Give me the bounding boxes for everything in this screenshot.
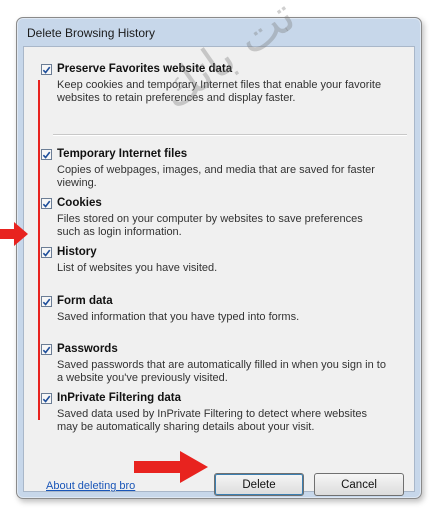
cookies-checkbox[interactable] <box>41 198 52 209</box>
dialog-content: Preserve Favorites website data Keep coo… <box>23 46 415 496</box>
option-description: Saved information that you have typed in… <box>57 311 300 323</box>
checkmark-icon <box>42 395 51 403</box>
temporary-files-checkbox[interactable] <box>41 149 52 160</box>
checkmark-icon <box>42 66 51 74</box>
option-label: Passwords <box>57 343 118 355</box>
checkmark-icon <box>42 346 51 354</box>
history-checkbox[interactable] <box>41 247 52 258</box>
preserve-favorites-checkbox[interactable] <box>41 64 52 75</box>
about-deleting-link[interactable]: About deleting bro <box>46 480 135 492</box>
option-label: Temporary Internet files <box>57 148 188 160</box>
checkmark-icon <box>42 151 51 159</box>
option-label: Cookies <box>57 197 102 209</box>
inprivate-filtering-checkbox[interactable] <box>41 393 52 404</box>
option-description: Saved data used by InPrivate Filtering t… <box>57 408 368 433</box>
option-label: Form data <box>57 295 113 307</box>
option-description: List of websites you have visited. <box>57 262 218 274</box>
checkmark-icon <box>42 200 51 208</box>
option-label: History <box>57 246 97 258</box>
annotation-red-line <box>38 80 40 420</box>
option-label: InPrivate Filtering data <box>57 392 181 404</box>
delete-pointer-arrow-icon <box>134 451 208 483</box>
option-description: Copies of webpages, images, and media th… <box>57 164 375 189</box>
dialog-title: Delete Browsing History <box>27 26 156 40</box>
separator <box>53 134 407 136</box>
delete-button[interactable]: Delete <box>214 473 304 496</box>
left-red-arrow-icon <box>0 222 28 246</box>
option-description: Files stored on your computer by website… <box>57 213 363 238</box>
passwords-checkbox[interactable] <box>41 344 52 355</box>
form-data-checkbox[interactable] <box>41 296 52 307</box>
option-description: Saved passwords that are automatically f… <box>57 359 386 384</box>
checkmark-icon <box>42 298 51 306</box>
cancel-button[interactable]: Cancel <box>314 473 404 496</box>
checkmark-icon <box>42 249 51 257</box>
